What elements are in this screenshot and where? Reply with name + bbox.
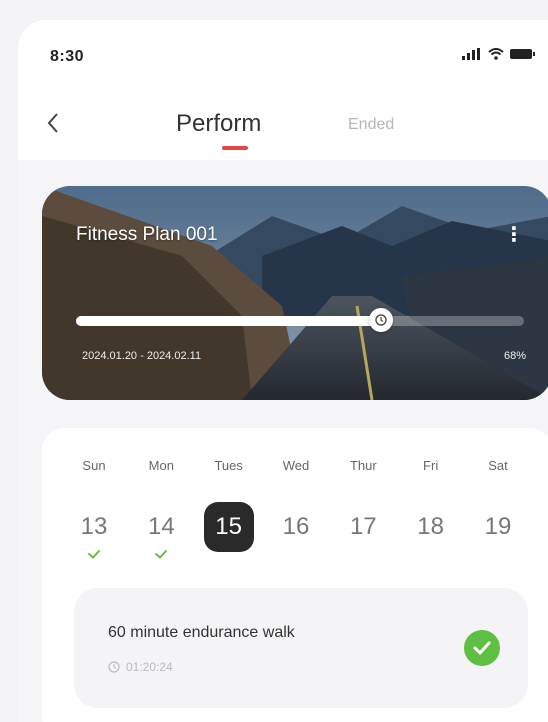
weekly-card: Sun 13 Mon 14 Tues 15 Wed 16 Thur 17 Fri 18 Sat 19 60… [42,428,548,722]
tab-perform[interactable]: Perform [176,110,261,138]
wifi-icon [488,48,504,60]
day-name: Wed [282,458,310,473]
day-number[interactable]: 19 [473,502,523,552]
clock-icon [374,314,387,326]
battery-icon [510,49,535,59]
clock-icon [108,661,120,673]
day-number[interactable]: 14 [136,502,186,552]
day-mon[interactable]: Mon 14 [136,458,186,559]
day-number[interactable]: 16 [271,502,321,552]
plan-banner[interactable]: Fitness Plan 001 ⋮ 2024.01.20 - 2024.02.… [42,186,548,400]
day-number-selected[interactable]: 15 [203,502,254,552]
day-tues[interactable]: Tues 15 [203,458,254,558]
day-number[interactable]: 13 [69,502,119,552]
day-number[interactable]: 18 [406,502,456,552]
task-title: 60 minute endurance walk [108,624,295,641]
day-name: Fri [423,458,439,473]
chevron-left-icon [47,113,58,133]
check-circle-icon [464,630,500,666]
plan-dates: 2024.01.20 - 2024.02.11 [82,350,202,362]
task-item[interactable]: 60 minute endurance walk 01:20:24 [74,588,528,708]
tab-ended[interactable]: Ended [348,116,394,134]
day-name: Thur [349,458,377,473]
day-name: Sat [488,458,508,473]
progress-fill [76,316,381,326]
banner-background [42,186,548,400]
signal-icon [462,48,480,60]
active-tab-indicator [222,146,248,150]
day-name: Tues [214,458,243,473]
task-time-value: 01:20:24 [126,660,173,674]
status-icons [462,48,536,60]
day-name: Sun [82,458,106,473]
day-sat[interactable]: Sat 19 [476,458,520,558]
phone-screen: 8:30 Perform Ended Fitness Plan 001 ⋮ 20… [18,20,548,722]
plan-percent: 68% [503,350,526,362]
progress-handle[interactable] [368,308,393,332]
header [18,20,548,160]
day-sun[interactable]: Sun 13 [69,458,119,559]
plan-title: Fitness Plan 001 [76,224,218,245]
day-thur[interactable]: Thur 17 [341,458,385,558]
task-duration: 01:20:24 [108,660,173,674]
more-icon[interactable]: ⋮ [504,222,524,247]
day-name: Mon [148,458,174,473]
week-days: Sun 13 Mon 14 Tues 15 Wed 16 Thur 17 Fri 18 Sat 19 [69,458,520,559]
day-fri[interactable]: Fri 18 [409,458,453,558]
status-time: 8:30 [50,48,85,65]
day-number[interactable]: 17 [338,502,388,552]
back-button[interactable] [46,112,60,139]
day-wed[interactable]: Wed 16 [274,458,318,558]
